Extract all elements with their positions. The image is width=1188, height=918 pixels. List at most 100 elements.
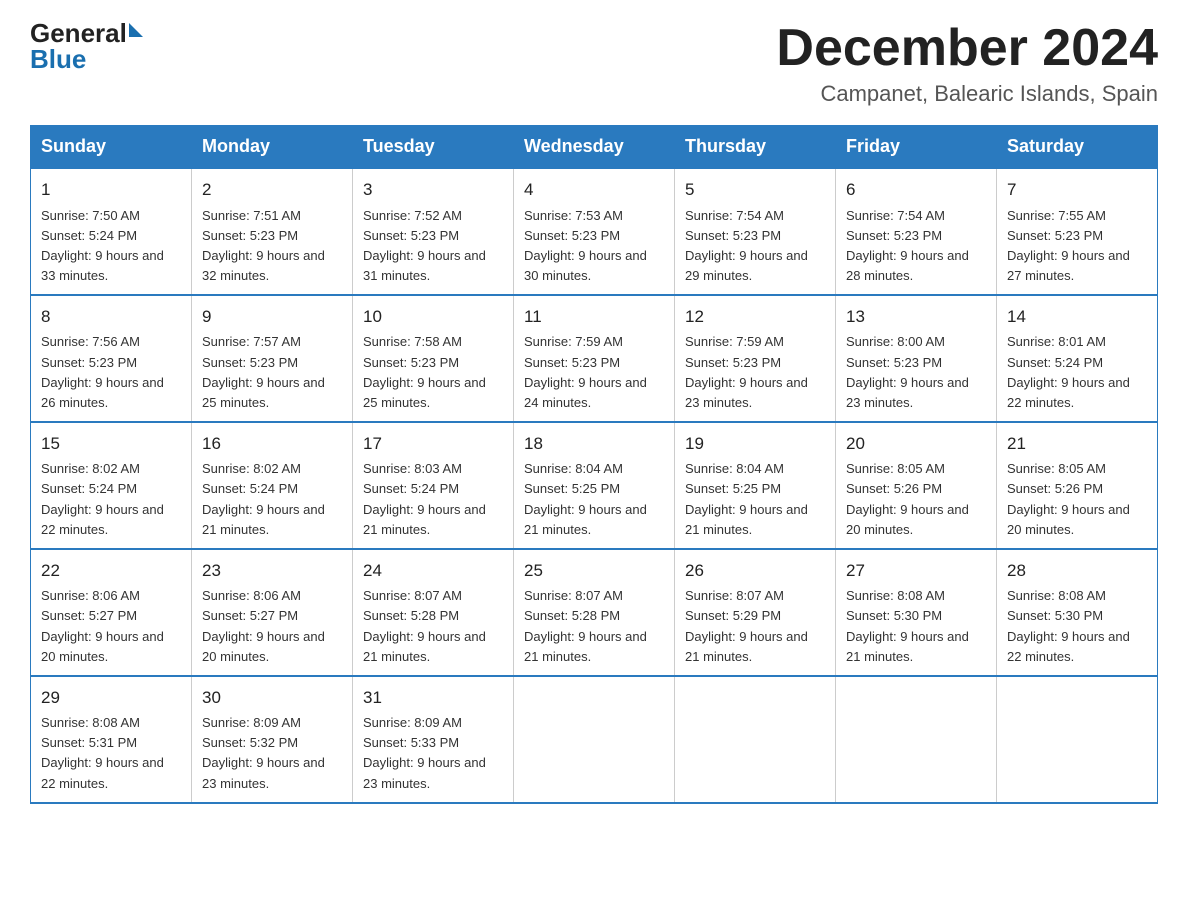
- day-number: 14: [1007, 304, 1147, 330]
- header-thursday: Thursday: [675, 126, 836, 169]
- day-info: Sunrise: 7:58 AMSunset: 5:23 PMDaylight:…: [363, 332, 503, 413]
- table-row: 14Sunrise: 8:01 AMSunset: 5:24 PMDayligh…: [997, 295, 1158, 422]
- table-row: 17Sunrise: 8:03 AMSunset: 5:24 PMDayligh…: [353, 422, 514, 549]
- table-row: 5 Sunrise: 7:54 AMSunset: 5:23 PMDaylight…: [675, 168, 836, 295]
- day-number: 6: [846, 177, 986, 203]
- table-row: 16Sunrise: 8:02 AMSunset: 5:24 PMDayligh…: [192, 422, 353, 549]
- header-sunday: Sunday: [31, 126, 192, 169]
- table-row: 29Sunrise: 8:08 AMSunset: 5:31 PMDayligh…: [31, 676, 192, 803]
- table-row: 6 Sunrise: 7:54 AMSunset: 5:23 PMDaylight…: [836, 168, 997, 295]
- calendar-week-row: 8Sunrise: 7:56 AMSunset: 5:23 PMDaylight…: [31, 295, 1158, 422]
- day-number: 23: [202, 558, 342, 584]
- table-row: 3Sunrise: 7:52 AMSunset: 5:23 PMDaylight…: [353, 168, 514, 295]
- table-row: 18Sunrise: 8:04 AMSunset: 5:25 PMDayligh…: [514, 422, 675, 549]
- day-info: Sunrise: 8:01 AMSunset: 5:24 PMDaylight:…: [1007, 332, 1147, 413]
- day-number: 5: [685, 177, 825, 203]
- day-number: 2: [202, 177, 342, 203]
- day-info: Sunrise: 7:56 AMSunset: 5:23 PMDaylight:…: [41, 332, 181, 413]
- table-row: 11Sunrise: 7:59 AMSunset: 5:23 PMDayligh…: [514, 295, 675, 422]
- table-row: 7 Sunrise: 7:55 AMSunset: 5:23 PMDaylight…: [997, 168, 1158, 295]
- day-info: Sunrise: 8:04 AMSunset: 5:25 PMDaylight:…: [685, 459, 825, 540]
- table-row: 25Sunrise: 8:07 AMSunset: 5:28 PMDayligh…: [514, 549, 675, 676]
- table-row: 2 Sunrise: 7:51 AMSunset: 5:23 PMDaylight…: [192, 168, 353, 295]
- day-number: 16: [202, 431, 342, 457]
- day-number: 26: [685, 558, 825, 584]
- day-info: Sunrise: 8:07 AMSunset: 5:28 PMDaylight:…: [524, 586, 664, 667]
- day-number: 9: [202, 304, 342, 330]
- day-info: Sunrise: 8:02 AMSunset: 5:24 PMDaylight:…: [202, 459, 342, 540]
- day-info: Sunrise: 8:09 AMSunset: 5:32 PMDaylight:…: [202, 713, 342, 794]
- day-number: 7: [1007, 177, 1147, 203]
- day-number: 15: [41, 431, 181, 457]
- title-block: December 2024 Campanet, Balearic Islands…: [776, 20, 1158, 107]
- day-info: Sunrise: 8:04 AMSunset: 5:25 PMDaylight:…: [524, 459, 664, 540]
- day-number: 11: [524, 304, 664, 330]
- table-row: 23Sunrise: 8:06 AMSunset: 5:27 PMDayligh…: [192, 549, 353, 676]
- calendar-week-row: 1 Sunrise: 7:50 AMSunset: 5:24 PMDaylight…: [31, 168, 1158, 295]
- table-row: 8Sunrise: 7:56 AMSunset: 5:23 PMDaylight…: [31, 295, 192, 422]
- day-info: Sunrise: 7:50 AMSunset: 5:24 PMDaylight:…: [41, 206, 181, 287]
- table-row: 1 Sunrise: 7:50 AMSunset: 5:24 PMDaylight…: [31, 168, 192, 295]
- day-number: 18: [524, 431, 664, 457]
- calendar-week-row: 22Sunrise: 8:06 AMSunset: 5:27 PMDayligh…: [31, 549, 1158, 676]
- table-row: 10Sunrise: 7:58 AMSunset: 5:23 PMDayligh…: [353, 295, 514, 422]
- day-number: 24: [363, 558, 503, 584]
- calendar-header-row: Sunday Monday Tuesday Wednesday Thursday…: [31, 126, 1158, 169]
- day-info: Sunrise: 8:06 AMSunset: 5:27 PMDaylight:…: [41, 586, 181, 667]
- day-info: Sunrise: 8:00 AMSunset: 5:23 PMDaylight:…: [846, 332, 986, 413]
- logo-triangle-icon: [129, 23, 143, 37]
- table-row: [514, 676, 675, 803]
- day-number: 31: [363, 685, 503, 711]
- day-number: 8: [41, 304, 181, 330]
- day-info: Sunrise: 7:57 AMSunset: 5:23 PMDaylight:…: [202, 332, 342, 413]
- day-info: Sunrise: 7:55 AMSunset: 5:23 PMDaylight:…: [1007, 206, 1147, 287]
- table-row: 12Sunrise: 7:59 AMSunset: 5:23 PMDayligh…: [675, 295, 836, 422]
- day-info: Sunrise: 7:54 AMSunset: 5:23 PMDaylight:…: [846, 206, 986, 287]
- day-number: 20: [846, 431, 986, 457]
- table-row: 13Sunrise: 8:00 AMSunset: 5:23 PMDayligh…: [836, 295, 997, 422]
- day-info: Sunrise: 7:53 AMSunset: 5:23 PMDaylight:…: [524, 206, 664, 287]
- logo-general-text: General: [30, 20, 127, 46]
- header-tuesday: Tuesday: [353, 126, 514, 169]
- calendar-table: Sunday Monday Tuesday Wednesday Thursday…: [30, 125, 1158, 804]
- day-number: 25: [524, 558, 664, 584]
- table-row: 24Sunrise: 8:07 AMSunset: 5:28 PMDayligh…: [353, 549, 514, 676]
- day-info: Sunrise: 8:07 AMSunset: 5:29 PMDaylight:…: [685, 586, 825, 667]
- table-row: 4Sunrise: 7:53 AMSunset: 5:23 PMDaylight…: [514, 168, 675, 295]
- day-info: Sunrise: 7:51 AMSunset: 5:23 PMDaylight:…: [202, 206, 342, 287]
- table-row: 30Sunrise: 8:09 AMSunset: 5:32 PMDayligh…: [192, 676, 353, 803]
- day-number: 22: [41, 558, 181, 584]
- day-info: Sunrise: 8:05 AMSunset: 5:26 PMDaylight:…: [846, 459, 986, 540]
- day-info: Sunrise: 8:02 AMSunset: 5:24 PMDaylight:…: [41, 459, 181, 540]
- day-info: Sunrise: 8:06 AMSunset: 5:27 PMDaylight:…: [202, 586, 342, 667]
- day-number: 21: [1007, 431, 1147, 457]
- day-number: 27: [846, 558, 986, 584]
- day-number: 17: [363, 431, 503, 457]
- day-number: 13: [846, 304, 986, 330]
- table-row: [836, 676, 997, 803]
- table-row: [997, 676, 1158, 803]
- day-number: 29: [41, 685, 181, 711]
- table-row: 20Sunrise: 8:05 AMSunset: 5:26 PMDayligh…: [836, 422, 997, 549]
- day-info: Sunrise: 8:08 AMSunset: 5:30 PMDaylight:…: [1007, 586, 1147, 667]
- table-row: 19Sunrise: 8:04 AMSunset: 5:25 PMDayligh…: [675, 422, 836, 549]
- day-number: 1: [41, 177, 181, 203]
- table-row: 27Sunrise: 8:08 AMSunset: 5:30 PMDayligh…: [836, 549, 997, 676]
- day-info: Sunrise: 7:59 AMSunset: 5:23 PMDaylight:…: [685, 332, 825, 413]
- day-info: Sunrise: 7:54 AMSunset: 5:23 PMDaylight:…: [685, 206, 825, 287]
- logo: General Blue: [30, 20, 143, 72]
- page-header: General Blue December 2024 Campanet, Bal…: [30, 20, 1158, 107]
- day-info: Sunrise: 8:09 AMSunset: 5:33 PMDaylight:…: [363, 713, 503, 794]
- day-info: Sunrise: 7:59 AMSunset: 5:23 PMDaylight:…: [524, 332, 664, 413]
- day-number: 28: [1007, 558, 1147, 584]
- header-saturday: Saturday: [997, 126, 1158, 169]
- logo-blue-text: Blue: [30, 46, 86, 72]
- table-row: 15Sunrise: 8:02 AMSunset: 5:24 PMDayligh…: [31, 422, 192, 549]
- header-friday: Friday: [836, 126, 997, 169]
- calendar-week-row: 15Sunrise: 8:02 AMSunset: 5:24 PMDayligh…: [31, 422, 1158, 549]
- day-number: 3: [363, 177, 503, 203]
- day-number: 12: [685, 304, 825, 330]
- day-info: Sunrise: 8:08 AMSunset: 5:31 PMDaylight:…: [41, 713, 181, 794]
- day-number: 19: [685, 431, 825, 457]
- table-row: 28Sunrise: 8:08 AMSunset: 5:30 PMDayligh…: [997, 549, 1158, 676]
